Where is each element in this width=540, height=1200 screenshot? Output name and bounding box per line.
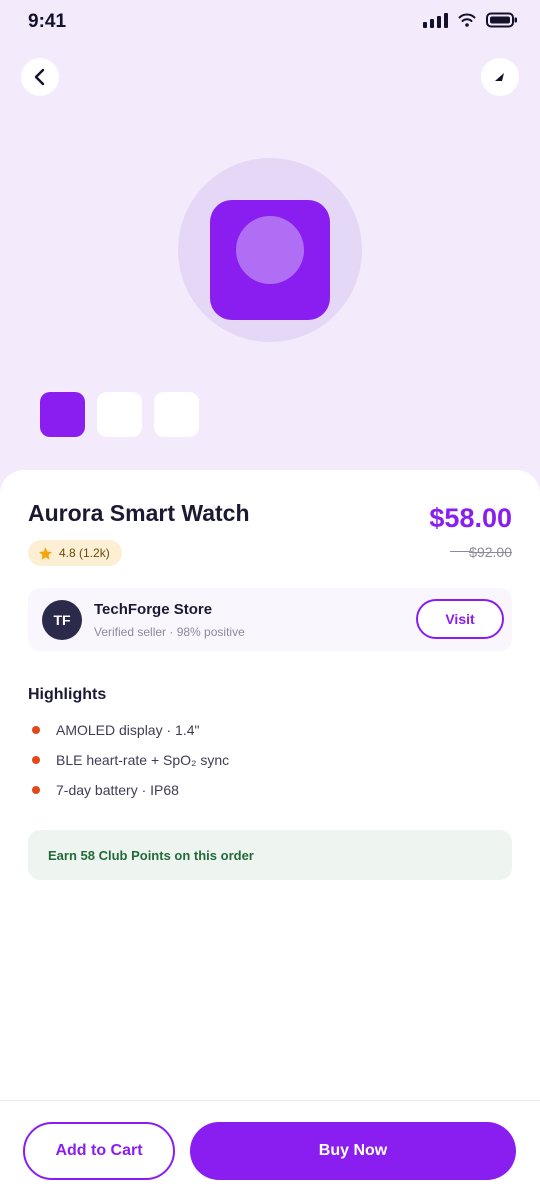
highlight-text: 7-day battery · IP68 <box>56 782 179 798</box>
status-time: 9:41 <box>28 11 67 32</box>
seller-subtitle: Verified seller · 98% positive <box>94 625 245 639</box>
battery-icon <box>486 12 517 28</box>
bullet-dot <box>32 756 40 764</box>
star-icon <box>39 546 52 560</box>
share-button[interactable] <box>481 58 519 96</box>
highlight-item: BLE heart-rate + SpO₂ sync <box>28 745 229 775</box>
highlight-text: BLE heart-rate + SpO₂ sync <box>56 752 230 768</box>
strike-dash <box>450 551 470 552</box>
gallery-thumb[interactable] <box>40 392 85 437</box>
status-bar: 9:41 <box>0 0 540 46</box>
seller-card: TF TechForge Store Verified seller · 98%… <box>28 588 512 651</box>
signal-icon <box>423 12 448 28</box>
visit-store-button[interactable]: Visit <box>416 599 504 639</box>
bullet-dot <box>32 786 40 794</box>
back-button[interactable] <box>21 58 59 96</box>
bottom-action-bar: Add to Cart Buy Now <box>0 1100 540 1200</box>
highlights-list: AMOLED display · 1.4" BLE heart-rate + S… <box>28 715 229 805</box>
club-points-banner: Earn 58 Club Points on this order <box>28 830 512 880</box>
original-price: $92.00 <box>469 544 512 560</box>
gallery-thumb[interactable] <box>97 392 142 437</box>
rating-badge: 4.8 (1.2k) <box>28 540 122 566</box>
product-title: Aurora Smart Watch <box>28 500 250 526</box>
buy-now-button[interactable]: Buy Now <box>190 1122 516 1180</box>
share-icon <box>495 73 504 81</box>
product-hero: 9:41 <box>0 0 540 500</box>
highlight-item: AMOLED display · 1.4" <box>28 715 229 745</box>
status-icons <box>423 12 518 28</box>
seller-name: TechForge Store <box>94 601 213 618</box>
rating-value: 4.8 (1.2k) <box>59 546 110 560</box>
product-image-dial <box>236 216 304 284</box>
add-to-cart-button[interactable]: Add to Cart <box>23 1122 175 1180</box>
chevron-left-icon <box>34 68 45 86</box>
bullet-dot <box>32 726 40 734</box>
wifi-icon <box>458 13 476 27</box>
highlight-item: 7-day battery · IP68 <box>28 775 229 805</box>
gallery-thumbnails <box>40 392 199 437</box>
highlights-title: Highlights <box>28 686 107 703</box>
price: $58.00 <box>429 503 512 533</box>
gallery-thumb[interactable] <box>154 392 199 437</box>
seller-avatar: TF <box>42 600 82 640</box>
highlight-text: AMOLED display · 1.4" <box>56 722 200 738</box>
